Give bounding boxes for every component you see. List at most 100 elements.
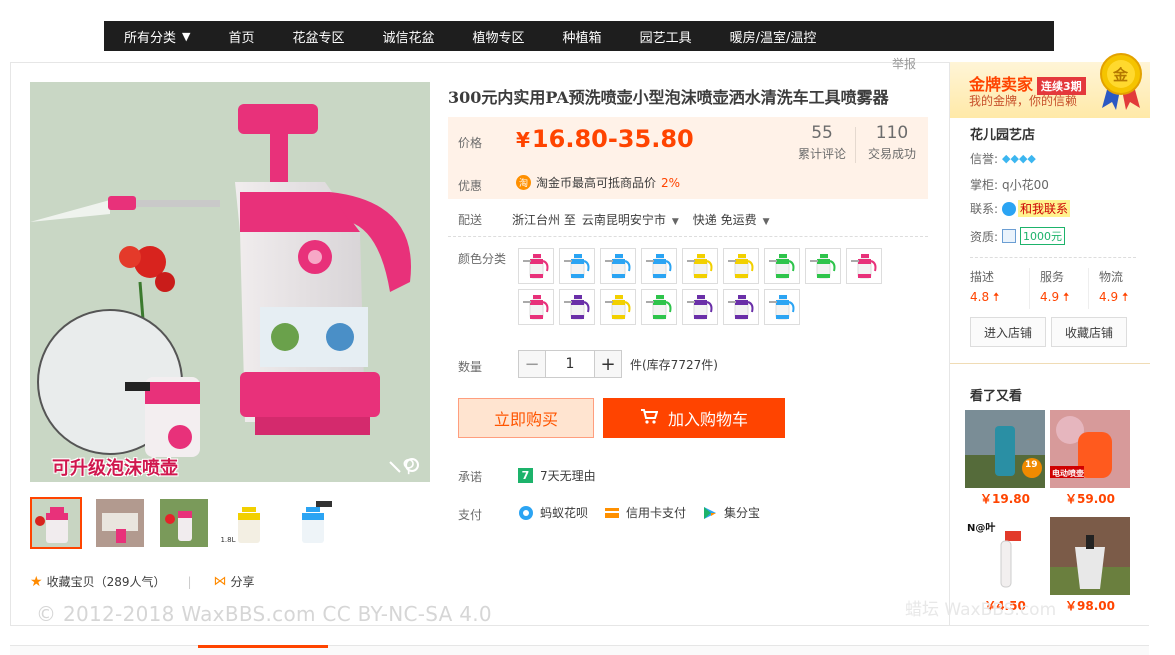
- report-link[interactable]: 举报: [892, 55, 916, 72]
- color-swatch[interactable]: [559, 248, 595, 284]
- payment-jifenbao[interactable]: 集分宝: [702, 504, 760, 521]
- also-viewed-tag: N@叶: [967, 523, 996, 534]
- nav-plants[interactable]: 植物专区: [473, 27, 525, 46]
- score-logistics: 物流 4.9 🠅: [1088, 268, 1147, 309]
- gold-seller-banner: 金牌卖家 连续3期 我的金牌，你的信赖 金: [950, 53, 1150, 118]
- thumbnail[interactable]: [30, 497, 82, 549]
- thumbnail[interactable]: [286, 497, 338, 549]
- sprayer-icon: [687, 254, 713, 279]
- thumbnail[interactable]: [94, 497, 146, 549]
- up-arrow-icon: 🠅: [1121, 290, 1129, 304]
- color-swatch[interactable]: [682, 248, 718, 284]
- star-icon[interactable]: ★: [30, 574, 43, 590]
- qualification-label: 资质:: [970, 229, 999, 244]
- nav-garden-tools[interactable]: 园艺工具: [640, 27, 692, 46]
- stat-divider: [855, 127, 856, 163]
- color-swatch[interactable]: [723, 289, 759, 325]
- thumbnail-strip: 1.8L: [30, 497, 338, 549]
- ship-method: 快递 免运费: [692, 213, 757, 227]
- ship-to-select[interactable]: 云南昆明安宁市 ▼: [582, 211, 679, 228]
- zoom-icon[interactable]: ⚲: [402, 456, 415, 477]
- score-number: 4.8: [970, 290, 990, 304]
- sprayer-icon: [564, 254, 590, 279]
- color-swatch[interactable]: [641, 289, 677, 325]
- sprayer-icon: [769, 295, 795, 320]
- separator: |: [187, 574, 192, 589]
- license-icon[interactable]: [1002, 229, 1017, 243]
- quantity-stepper: − + 件(库存7727件): [518, 350, 718, 378]
- score-value: 4.9 🠅: [1040, 288, 1088, 309]
- also-viewed-item[interactable]: 电动喷壶 ￥59.00: [1050, 410, 1130, 507]
- nav-flowerpots[interactable]: 花盆专区: [293, 27, 345, 46]
- contact-button[interactable]: 和我联系: [1018, 200, 1071, 217]
- nav-home[interactable]: 首页: [228, 27, 254, 46]
- copyright-watermark: © 2012-2018 WaxBBS.com CC BY-NC-SA 4.0: [36, 602, 492, 626]
- favorite-shop-button[interactable]: 收藏店铺: [1051, 317, 1127, 347]
- score-name: 描述: [970, 270, 995, 284]
- main-product-image[interactable]: 可升级泡沫喷壶 ⚲: [30, 82, 430, 482]
- sprayer-icon: [728, 295, 754, 320]
- payment-credit-card[interactable]: 信用卡支付: [604, 504, 686, 521]
- also-viewed-item[interactable]: ￥98.00: [1050, 517, 1130, 614]
- sprayer-icon: [769, 254, 795, 279]
- thumbnail[interactable]: 1.8L: [220, 497, 274, 549]
- sprayer-icon: [646, 295, 672, 320]
- also-viewed-tag: 电动喷壶: [1052, 469, 1084, 478]
- quantity-input[interactable]: [546, 350, 594, 378]
- color-swatch[interactable]: [723, 248, 759, 284]
- diamond-icons: ◆◆◆◆: [1002, 152, 1036, 165]
- buy-now-button[interactable]: 立即购买: [458, 398, 594, 438]
- review-count[interactable]: 55 累计评论: [798, 123, 846, 162]
- color-swatch[interactable]: [764, 248, 800, 284]
- sprayer-icon: [564, 295, 590, 320]
- promise-text[interactable]: 7天无理由: [540, 467, 596, 484]
- quantity-plus-button[interactable]: +: [594, 350, 622, 378]
- also-viewed-image: [1050, 517, 1130, 595]
- payment-huabei[interactable]: 蚂蚁花呗: [518, 504, 588, 521]
- contact-row: 联系: 和我联系: [970, 200, 1071, 217]
- taojinbi-icon: 淘: [516, 175, 531, 190]
- color-swatch[interactable]: [518, 248, 554, 284]
- score-value: 4.9 🠅: [1099, 288, 1147, 309]
- promo: 淘淘金币最高可抵商品价 2%: [516, 174, 680, 191]
- payment-methods: 蚂蚁花呗 信用卡支付 集分宝: [518, 504, 776, 521]
- payment-huabei-label: 蚂蚁花呗: [540, 506, 589, 520]
- nav-planter-box[interactable]: 种植箱: [563, 27, 602, 46]
- color-swatch[interactable]: [764, 289, 800, 325]
- share-link[interactable]: 分享: [231, 573, 255, 590]
- color-swatch[interactable]: [805, 248, 841, 284]
- share-icon[interactable]: ⋈: [214, 574, 227, 589]
- ship-method-select[interactable]: 快递 免运费 ▼: [693, 211, 770, 228]
- shop-sidebar: 金牌卖家 连续3期 我的金牌，你的信赖 金 花儿园艺店 信誉: ◆◆◆◆ 掌柜: q小…: [949, 53, 1150, 626]
- nav-greenhouse[interactable]: 暖房/温室/温控: [730, 27, 817, 46]
- chevron-down-icon: ▼: [671, 217, 679, 227]
- sprayer-icon: [605, 254, 631, 279]
- active-tab-indicator[interactable]: [198, 645, 328, 648]
- color-swatch[interactable]: [846, 248, 882, 284]
- quantity-minus-button[interactable]: −: [518, 350, 546, 378]
- shop-name[interactable]: 花儿园艺店: [970, 124, 1035, 143]
- promo-text: 淘金币最高可抵商品价: [536, 176, 657, 190]
- nav-all-categories[interactable]: 所有分类 ▼: [124, 27, 190, 46]
- nav-trusted-pots[interactable]: 诚信花盆: [383, 27, 435, 46]
- color-swatch[interactable]: [559, 289, 595, 325]
- color-swatch[interactable]: [641, 248, 677, 284]
- color-swatch[interactable]: [682, 289, 718, 325]
- color-swatch[interactable]: [600, 248, 636, 284]
- sprayer-icon: [810, 254, 836, 279]
- score-description: 描述 4.8 🠅: [970, 268, 1029, 309]
- deposit-badge[interactable]: 1000元: [1020, 227, 1066, 245]
- color-swatch[interactable]: [600, 289, 636, 325]
- also-viewed-item[interactable]: 19 ￥19.80: [965, 410, 1045, 507]
- deal-count-num: 110: [875, 123, 909, 143]
- shop-scores: 描述 4.8 🠅 服务 4.9 🠅 物流 4.9 🠅: [970, 268, 1147, 309]
- currency-symbol: ¥: [516, 128, 530, 152]
- thumbnail[interactable]: [158, 497, 210, 549]
- color-swatch[interactable]: [518, 289, 554, 325]
- sprayer-icon: [605, 295, 631, 320]
- favorite-link[interactable]: 收藏宝贝（289人气）: [47, 573, 166, 590]
- sprayer-icon: [646, 254, 672, 279]
- enter-shop-button[interactable]: 进入店铺: [970, 317, 1046, 347]
- owner-name[interactable]: q小花00: [1002, 176, 1049, 193]
- add-to-cart-button[interactable]: 加入购物车: [603, 398, 785, 438]
